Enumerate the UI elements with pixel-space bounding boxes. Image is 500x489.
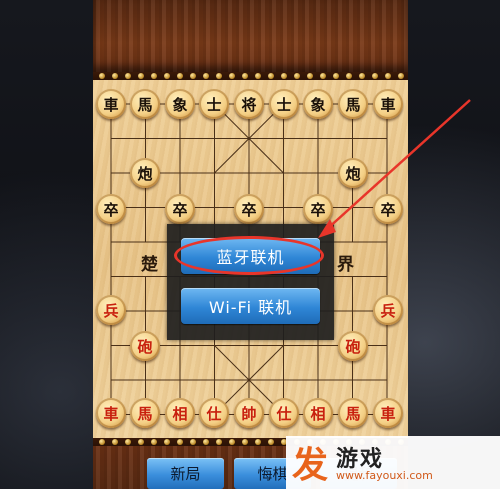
piece-red-soldier[interactable]: 兵 [373,295,403,325]
brass-stud [112,439,118,445]
piece-red-cannon[interactable]: 砲 [130,331,160,361]
piece-black-soldier[interactable]: 卒 [373,194,403,224]
brass-stud [216,73,222,79]
piece-red-horse[interactable]: 馬 [338,398,368,428]
watermark-logo-icon: 发 [292,445,328,485]
brass-stud [190,439,196,445]
highlight-circle [174,236,324,275]
brass-stud [307,73,313,79]
piece-black-soldier[interactable]: 卒 [96,194,126,224]
brass-stud [372,73,378,79]
brass-stud [216,439,222,445]
piece-black-cannon[interactable]: 炮 [338,158,368,188]
piece-red-chariot[interactable]: 車 [96,398,126,428]
piece-red-horse[interactable]: 馬 [130,398,160,428]
brass-rail-top [93,72,408,80]
brass-stud [398,73,404,79]
piece-red-advisor[interactable]: 仕 [199,398,229,428]
watermark-url: www.fayouxi.com [336,469,433,482]
river-label-jie: 界 [337,255,354,275]
brass-stud [255,439,261,445]
piece-red-elephant[interactable]: 相 [165,398,195,428]
brass-stud [268,439,274,445]
brass-stud [203,439,209,445]
brass-stud [268,73,274,79]
brass-stud [112,73,118,79]
wood-panel-top [93,0,408,72]
wifi-connect-button[interactable]: Wi-Fi 联机 [181,288,320,324]
brass-stud [138,439,144,445]
brass-stud [242,73,248,79]
brass-stud [99,73,105,79]
piece-black-cannon[interactable]: 炮 [130,158,160,188]
piece-black-advisor[interactable]: 士 [269,89,299,119]
piece-red-advisor[interactable]: 仕 [269,398,299,428]
brass-stud [320,73,326,79]
river-label-chu: 楚 [141,255,158,275]
brass-stud [125,73,131,79]
piece-black-elephant[interactable]: 象 [165,89,195,119]
brass-stud [229,439,235,445]
piece-black-soldier[interactable]: 卒 [303,194,333,224]
new-game-button[interactable]: 新局 [147,458,224,489]
brass-stud [164,439,170,445]
brass-stud [346,73,352,79]
brass-stud [255,73,261,79]
piece-black-soldier[interactable]: 卒 [165,194,195,224]
piece-red-elephant[interactable]: 相 [303,398,333,428]
piece-black-advisor[interactable]: 士 [199,89,229,119]
brass-stud [151,439,157,445]
site-watermark: 发 游戏 www.fayouxi.com [286,436,500,489]
brass-stud [333,73,339,79]
brass-stud [177,73,183,79]
piece-black-general[interactable]: 将 [234,89,264,119]
piece-black-horse[interactable]: 馬 [338,89,368,119]
brass-stud [151,73,157,79]
piece-red-cannon[interactable]: 砲 [338,331,368,361]
brass-stud [190,73,196,79]
brass-stud [294,73,300,79]
brass-stud [125,439,131,445]
brass-stud [242,439,248,445]
piece-black-elephant[interactable]: 象 [303,89,333,119]
brass-stud [229,73,235,79]
piece-black-chariot[interactable]: 車 [373,89,403,119]
piece-red-soldier[interactable]: 兵 [96,295,126,325]
piece-red-general[interactable]: 帥 [234,398,264,428]
watermark-logo-char: 发 [292,445,328,485]
brass-stud [281,73,287,79]
brass-stud [203,73,209,79]
brass-stud [385,73,391,79]
brass-stud [99,439,105,445]
piece-black-chariot[interactable]: 車 [96,89,126,119]
brass-stud [138,73,144,79]
brass-stud [164,73,170,79]
piece-red-chariot[interactable]: 車 [373,398,403,428]
piece-black-horse[interactable]: 馬 [130,89,160,119]
piece-black-soldier[interactable]: 卒 [234,194,264,224]
brass-stud [359,73,365,79]
brass-stud [177,439,183,445]
